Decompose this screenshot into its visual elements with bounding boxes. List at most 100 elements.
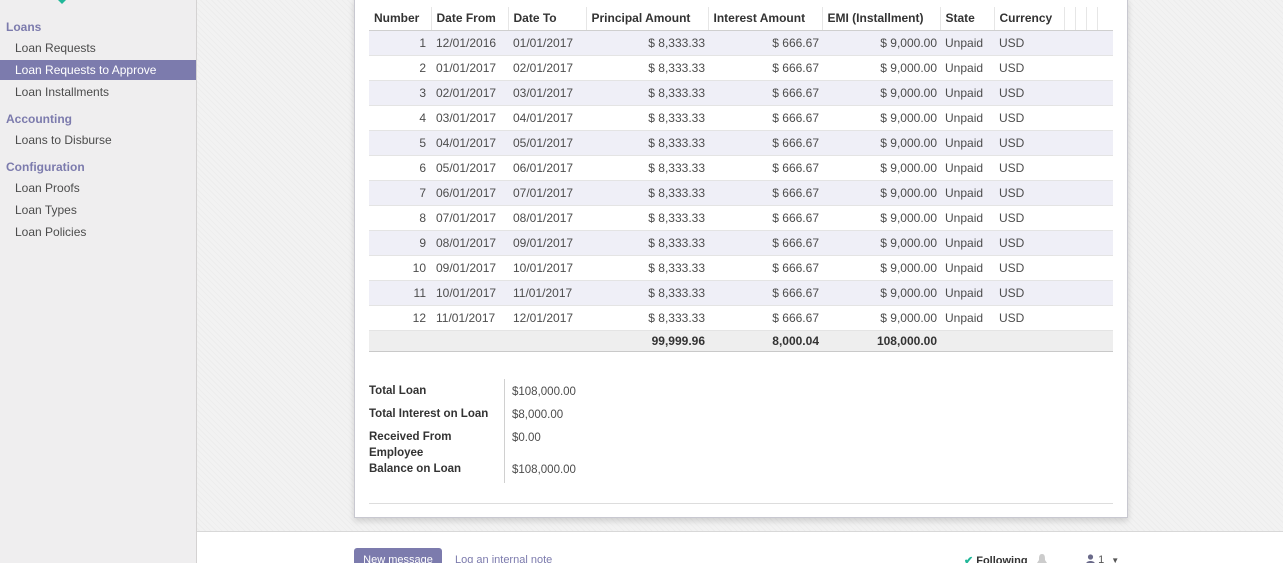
- cell-emi: $ 9,000.00: [822, 205, 940, 231]
- cell-empty: [1075, 55, 1086, 81]
- main-content: Number Date From Date To Principal Amoun…: [197, 0, 1283, 563]
- cell-date-to: 03/01/2017: [508, 80, 586, 106]
- bell-icon[interactable]: [1037, 554, 1047, 563]
- cell-currency: USD: [994, 230, 1064, 256]
- sidebar-item-loan-requests[interactable]: Loan Requests: [0, 38, 196, 58]
- table-totals-row: 99,999.96 8,000.04 108,000.00: [369, 329, 1113, 352]
- cell-interest: $ 666.67: [708, 105, 822, 131]
- cell-empty: [1097, 255, 1113, 281]
- column-header-currency[interactable]: Currency: [993, 7, 1064, 31]
- column-header-emi[interactable]: EMI (Installment): [821, 7, 940, 31]
- table-row[interactable]: 10 09/01/2017 10/01/2017 $ 8,333.33 $ 666.67…: [369, 255, 1113, 281]
- column-header-number[interactable]: Number: [369, 7, 431, 31]
- cell-state: Unpaid: [940, 80, 994, 106]
- cell-principal: $ 8,333.33: [586, 30, 708, 56]
- table-row[interactable]: 4 03/01/2017 04/01/2017 $ 8,333.33 $ 666.67 $…: [369, 105, 1113, 131]
- table-row[interactable]: 3 02/01/2017 03/01/2017 $ 8,333.33 $ 666.67 $…: [369, 80, 1113, 106]
- sidebar-item-loan-policies[interactable]: Loan Policies: [0, 222, 196, 242]
- sidebar-item-loans-to-disburse[interactable]: Loans to Disburse: [0, 130, 196, 150]
- cell-date-to: 08/01/2017: [508, 205, 586, 231]
- cell-empty: [1064, 30, 1075, 56]
- cell-state: Unpaid: [940, 255, 994, 281]
- table-row[interactable]: 2 01/01/2017 02/01/2017 $ 8,333.33 $ 666.67 $…: [369, 55, 1113, 81]
- cell-principal: $ 8,333.33: [586, 180, 708, 206]
- cell-empty: [1097, 180, 1113, 206]
- cell-date-to: 02/01/2017: [508, 55, 586, 81]
- cell-date-to: 09/01/2017: [508, 230, 586, 256]
- cell-empty: [1097, 30, 1113, 56]
- cell-empty: [1097, 230, 1113, 256]
- cell-state: Unpaid: [940, 155, 994, 181]
- cell-empty: [1097, 80, 1113, 106]
- table-row[interactable]: 1 12/01/2016 01/01/2017 $ 8,333.33 $ 666.67 $…: [369, 30, 1113, 56]
- cell-emi: $ 9,000.00: [822, 305, 940, 331]
- table-row[interactable]: 5 04/01/2017 05/01/2017 $ 8,333.33 $ 666.67 $…: [369, 130, 1113, 156]
- cell-empty: [1064, 130, 1075, 156]
- summary-value: $0.00: [512, 432, 541, 444]
- table-row[interactable]: 6 05/01/2017 06/01/2017 $ 8,333.33 $ 666.67 $…: [369, 155, 1113, 181]
- cell-empty: [1086, 30, 1097, 56]
- cell-empty: [1075, 80, 1086, 106]
- cell-empty: [1086, 155, 1097, 181]
- cell-emi: $ 9,000.00: [822, 230, 940, 256]
- cell-empty: [1075, 230, 1086, 256]
- cell-emi: $ 9,000.00: [822, 255, 940, 281]
- sidebar-item-loan-installments[interactable]: Loan Installments: [0, 82, 196, 102]
- table-row[interactable]: 11 10/01/2017 11/01/2017 $ 8,333.33 $ 666.67…: [369, 280, 1113, 306]
- cell-interest: $ 666.67: [708, 55, 822, 81]
- cell-principal: $ 8,333.33: [586, 230, 708, 256]
- column-header-date-to[interactable]: Date To: [507, 7, 586, 31]
- log-note-link[interactable]: Log an internal note: [455, 554, 552, 563]
- cell-empty: [1075, 255, 1086, 281]
- following-toggle[interactable]: ✔ Following: [964, 554, 1028, 563]
- cell-date-from: 08/01/2017: [431, 230, 508, 256]
- new-message-button[interactable]: New message: [354, 548, 442, 563]
- user-icon: [1086, 554, 1098, 563]
- sidebar-item-loan-requests-to-approve[interactable]: Loan Requests to Approve: [0, 60, 196, 80]
- cell-state: Unpaid: [940, 30, 994, 56]
- column-header-state[interactable]: State: [939, 7, 994, 31]
- total-emi: 108,000.00: [822, 329, 940, 352]
- cell-empty: [1086, 280, 1097, 306]
- cell-principal: $ 8,333.33: [586, 55, 708, 81]
- sidebar-item-loan-proofs[interactable]: Loan Proofs: [0, 178, 196, 198]
- summary-label: Balance on Loan: [369, 463, 462, 475]
- cell-empty: [1097, 155, 1113, 181]
- cell-number: 10: [369, 255, 431, 281]
- cell-emi: $ 9,000.00: [822, 155, 940, 181]
- column-header-interest-amount[interactable]: Interest Amount: [707, 7, 822, 31]
- cell-date-from: 07/01/2017: [431, 205, 508, 231]
- table-header-row: Number Date From Date To Principal Amoun…: [369, 7, 1113, 31]
- column-header-date-from[interactable]: Date From: [430, 7, 508, 31]
- table-row[interactable]: 7 06/01/2017 07/01/2017 $ 8,333.33 $ 666.67 $…: [369, 180, 1113, 206]
- check-icon: ✔: [964, 555, 974, 563]
- cell-number: 4: [369, 105, 431, 131]
- cell-date-from: 10/01/2017: [431, 280, 508, 306]
- caret-down-icon: ▼: [1111, 556, 1120, 563]
- cell-currency: USD: [994, 155, 1064, 181]
- table-row[interactable]: 9 08/01/2017 09/01/2017 $ 8,333.33 $ 666.67 $…: [369, 230, 1113, 256]
- cell-date-from: 06/01/2017: [431, 180, 508, 206]
- cell-state: Unpaid: [940, 280, 994, 306]
- table-row[interactable]: 12 11/01/2017 12/01/2017 $ 8,333.33 $ 666.67…: [369, 305, 1113, 331]
- cell-empty: [1086, 55, 1097, 81]
- summary-label: Total Interest on Loan: [369, 408, 489, 420]
- cell-number: 9: [369, 230, 431, 256]
- cell-empty: [1086, 180, 1097, 206]
- cell-emi: $ 9,000.00: [822, 180, 940, 206]
- cell-date-to: 11/01/2017: [508, 280, 586, 306]
- cell-date-from: 11/01/2017: [431, 305, 508, 331]
- summary-value: $108,000.00: [512, 386, 576, 398]
- cell-empty: [1075, 180, 1086, 206]
- table-row[interactable]: 8 07/01/2017 08/01/2017 $ 8,333.33 $ 666.67 $…: [369, 205, 1113, 231]
- column-header-principal-amount[interactable]: Principal Amount: [585, 7, 708, 31]
- following-label: Following: [976, 555, 1028, 563]
- cell-empty: [1097, 105, 1113, 131]
- cell-currency: USD: [994, 105, 1064, 131]
- cell-empty: [1064, 155, 1075, 181]
- cell-empty: [1064, 205, 1075, 231]
- cell-empty: [1097, 130, 1113, 156]
- followers-dropdown[interactable]: 1 ▼: [1086, 554, 1119, 563]
- sidebar-item-loan-types[interactable]: Loan Types: [0, 200, 196, 220]
- cell-date-from: 05/01/2017: [431, 155, 508, 181]
